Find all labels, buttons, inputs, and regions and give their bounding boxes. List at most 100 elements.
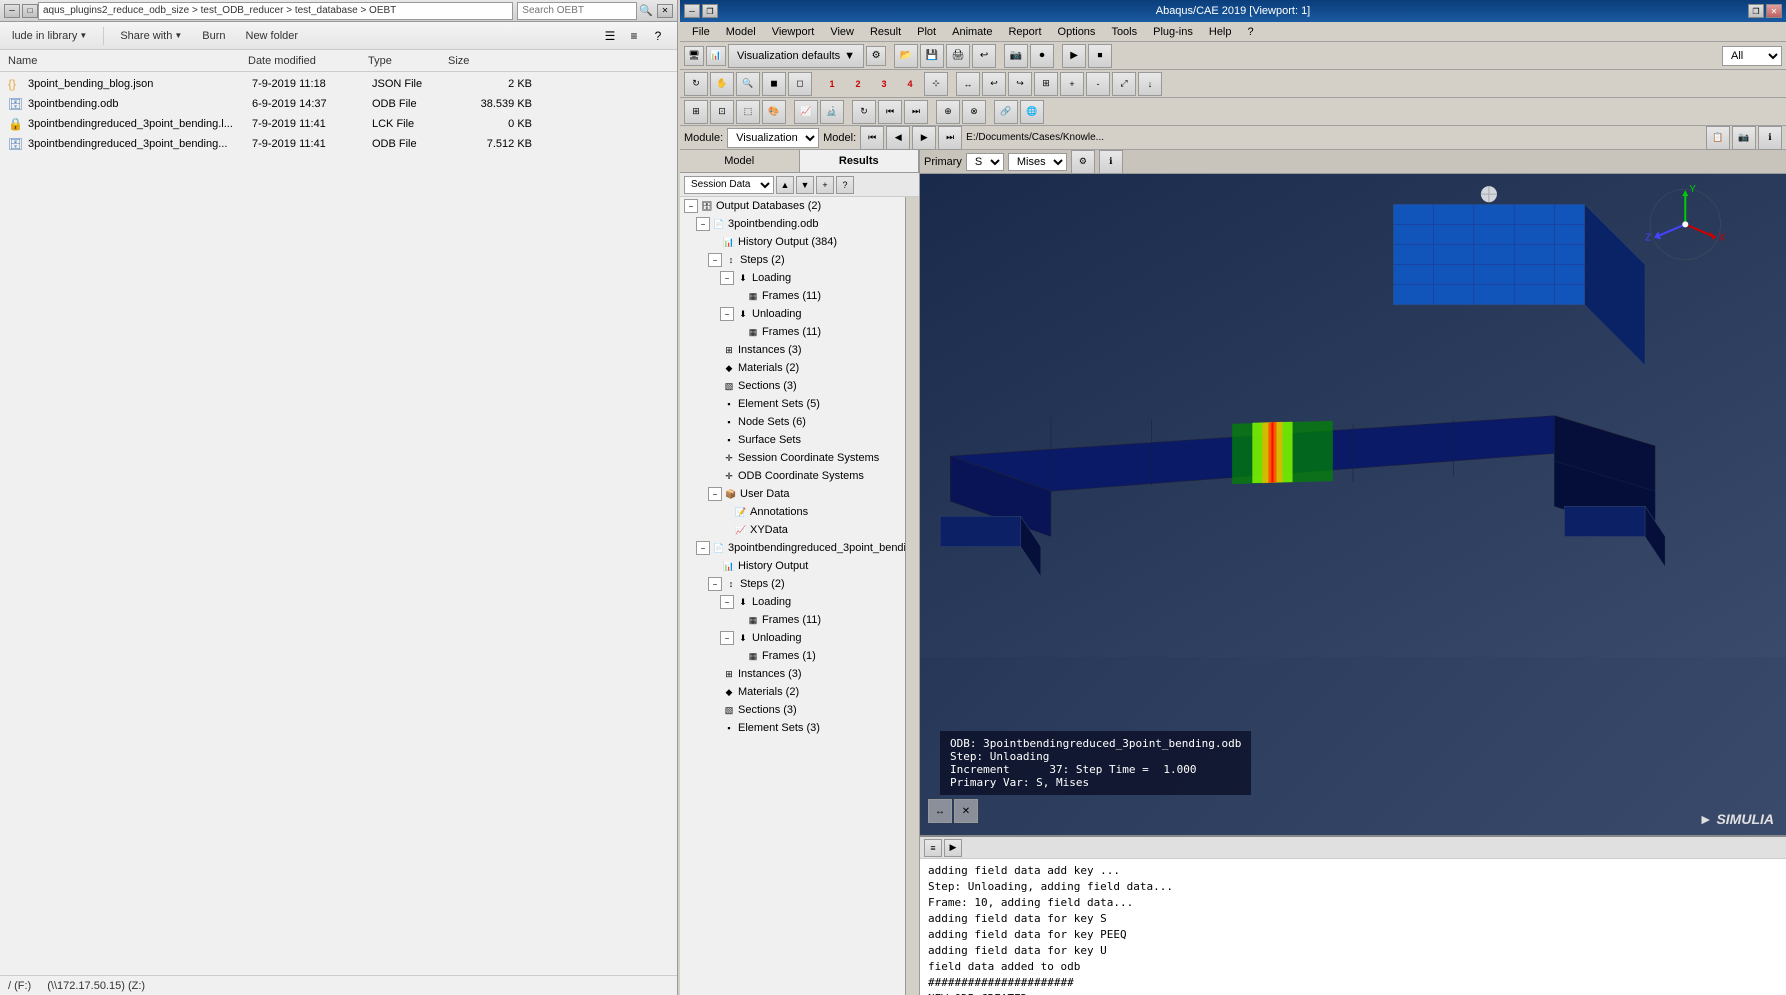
save-icon[interactable]: 💾 — [920, 44, 944, 68]
arrow-icon-1[interactable]: ↻ — [852, 100, 876, 124]
tree-expander[interactable]: − — [720, 595, 734, 609]
menu-item-result[interactable]: Result — [862, 24, 909, 40]
menu-item-animate[interactable]: Animate — [944, 24, 1000, 40]
include-in-library-button[interactable]: lude in library ▼ — [8, 28, 91, 44]
new-folder-button[interactable]: New folder — [242, 28, 303, 44]
msg-btn-1[interactable]: ≡ — [924, 839, 942, 857]
menu-item-help[interactable]: Help — [1201, 24, 1240, 40]
tree-node-steps_1[interactable]: − ↕ Steps (2) — [680, 251, 905, 269]
open-icon[interactable]: 📂 — [894, 44, 918, 68]
tree-expander[interactable]: − — [696, 541, 710, 555]
camera-icon[interactable]: 📷 — [1004, 44, 1028, 68]
all-dropdown[interactable]: All — [1722, 46, 1782, 66]
pan-icon[interactable]: ✋ — [710, 72, 734, 96]
tree-expander[interactable]: − — [720, 307, 734, 321]
translate-icon[interactable]: ↔ — [956, 72, 980, 96]
file-item[interactable]: 🔒 3pointbendingreduced_3point_bending.l.… — [0, 114, 677, 134]
nodes-icon[interactable]: ⊡ — [710, 100, 734, 124]
tree-expander[interactable]: − — [684, 199, 698, 213]
tree-node-steps_2[interactable]: − ↕ Steps (2) — [680, 575, 905, 593]
abaqus-minimize-button[interactable]: ─ — [684, 4, 700, 18]
abaqus-close-button[interactable]: ✕ — [1766, 4, 1782, 18]
model-prev2-icon[interactable]: ◀ — [886, 126, 910, 150]
tree-node-unloading_2[interactable]: − ⬇ Unloading — [680, 629, 905, 647]
file-item[interactable]: {} 3point_bending_blog.json 7-9-2019 11:… — [0, 74, 677, 94]
menu-item-plugins[interactable]: Plug-ins — [1145, 24, 1201, 40]
tree-node-element_sets_2[interactable]: ▪ Element Sets (3) — [680, 719, 905, 737]
tree-node-user_data_1[interactable]: − 📦 User Data — [680, 485, 905, 503]
x2-icon[interactable]: 2 — [846, 72, 870, 96]
tree-node-history_output_384[interactable]: 📊 History Output (384) — [680, 233, 905, 251]
abaqus-restore-button[interactable]: ❐ — [702, 4, 718, 18]
wire-icon[interactable]: ◻ — [788, 72, 812, 96]
xy-icon[interactable]: 📈 — [794, 100, 818, 124]
tree-node-frames_11_3[interactable]: ▦ Frames (11) — [680, 611, 905, 629]
fea-icon-2[interactable]: ⊗ — [962, 100, 986, 124]
back-icon[interactable]: ↩ — [982, 72, 1006, 96]
model-play-icon[interactable]: ▶ — [912, 126, 936, 150]
msg-btn-2[interactable]: ▶ — [944, 839, 962, 857]
tree-node-history_output_2[interactable]: 📊 History Output — [680, 557, 905, 575]
toolbar-icon-1[interactable]: 🖥 — [684, 46, 704, 66]
camera2-icon[interactable]: 📷 — [1732, 126, 1756, 150]
front-icon[interactable]: ↪ — [1008, 72, 1032, 96]
tree-node-odb_coord_1[interactable]: ✛ ODB Coordinate Systems — [680, 467, 905, 485]
tree-expander[interactable]: − — [720, 271, 734, 285]
mises-dropdown[interactable]: Mises — [1008, 153, 1067, 171]
tree-up-icon[interactable]: ▲ — [776, 176, 794, 194]
zoom-in-icon[interactable]: + — [1060, 72, 1084, 96]
tree-expand-icon[interactable]: + — [816, 176, 834, 194]
menu-item-[interactable]: ? — [1240, 24, 1262, 40]
link-icon[interactable]: 🔗 — [994, 100, 1018, 124]
tree-filter-icon[interactable]: ? — [836, 176, 854, 194]
tree-node-sections_2[interactable]: ▧ Sections (3) — [680, 701, 905, 719]
column-header-date[interactable]: Date modified — [248, 55, 368, 67]
tree-node-materials_2[interactable]: ◆ Materials (2) — [680, 683, 905, 701]
abaqus-restore2-button[interactable]: ❐ — [1748, 4, 1764, 18]
toolbar-icon-3[interactable]: ⚙ — [866, 46, 886, 66]
menu-item-options[interactable]: Options — [1050, 24, 1104, 40]
tree-node-loading_1[interactable]: − ⬇ Loading — [680, 269, 905, 287]
tab-model[interactable]: Model — [680, 150, 800, 172]
tree-node-frames_1[interactable]: ▦ Frames (1) — [680, 647, 905, 665]
viewport-settings-icon[interactable]: ⚙ — [1071, 150, 1095, 174]
search-input[interactable] — [517, 2, 637, 20]
tree-expander[interactable]: − — [708, 253, 722, 267]
down-arrow-icon[interactable]: ↓ — [1138, 72, 1162, 96]
stop-icon[interactable]: ⏹ — [1088, 44, 1112, 68]
globe-icon[interactable]: 🌐 — [1020, 100, 1044, 124]
rotate-icon[interactable]: ↻ — [684, 72, 708, 96]
tree-node-xydata_1[interactable]: 📈 XYData — [680, 521, 905, 539]
view-details-icon[interactable]: ≡ — [623, 25, 645, 47]
print-icon[interactable]: 🖨 — [946, 44, 970, 68]
info-icon[interactable]: ℹ — [1758, 126, 1782, 150]
model-next-icon[interactable]: ⏭ — [938, 126, 962, 150]
copy-icon[interactable]: 📋 — [1706, 126, 1730, 150]
column-header-type[interactable]: Type — [368, 55, 448, 67]
zoom-fit-icon[interactable]: ⊞ — [1034, 72, 1058, 96]
mesh-icon[interactable]: ⊞ — [684, 100, 708, 124]
column-header-size[interactable]: Size — [448, 55, 528, 67]
visualization-defaults-button[interactable]: Visualization defaults ▼ — [728, 44, 864, 68]
tree-expander[interactable]: − — [696, 217, 710, 231]
module-select[interactable]: Visualization — [727, 128, 819, 148]
maximize-button[interactable]: □ — [22, 4, 38, 18]
elements-icon[interactable]: ⬚ — [736, 100, 760, 124]
shade-icon[interactable]: ◼ — [762, 72, 786, 96]
tree-node-instances_2[interactable]: ⊞ Instances (3) — [680, 665, 905, 683]
undo-icon[interactable]: ↩ — [972, 44, 996, 68]
tree-node-sections_1[interactable]: ▧ Sections (3) — [680, 377, 905, 395]
menu-item-model[interactable]: Model — [718, 24, 764, 40]
menu-item-report[interactable]: Report — [1000, 24, 1049, 40]
menu-item-tools[interactable]: Tools — [1103, 24, 1145, 40]
x4-icon[interactable]: 4 — [898, 72, 922, 96]
file-item[interactable]: 🗄 3pointbending.odb 6-9-2019 14:37 ODB F… — [0, 94, 677, 114]
tree-node-output_databases[interactable]: − 🗄 Output Databases (2) — [680, 197, 905, 215]
record-icon[interactable]: ⏺ — [1030, 44, 1054, 68]
zoom-out-icon[interactable]: - — [1086, 72, 1110, 96]
toolbar-icon-2[interactable]: 📊 — [706, 46, 726, 66]
search-icon[interactable]: 🔍 — [639, 4, 653, 17]
zoom-icon[interactable]: 🔍 — [736, 72, 760, 96]
fea-icon-1[interactable]: ⊕ — [936, 100, 960, 124]
explorer-path[interactable]: aqus_plugins2_reduce_odb_size > test_ODB… — [38, 2, 513, 20]
